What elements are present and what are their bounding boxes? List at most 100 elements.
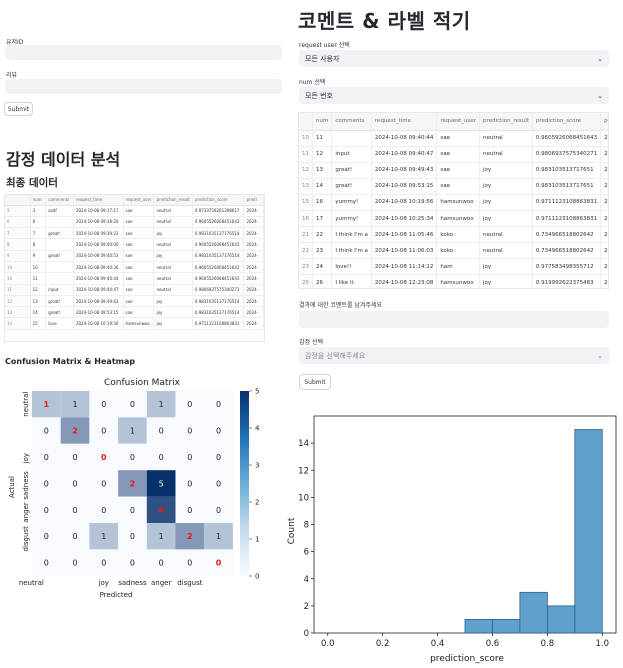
column-header[interactable]: request_time [73, 195, 124, 206]
left-submit-button[interactable]: Submit [4, 102, 33, 116]
table-row[interactable]: 23 24 love!! 2024-10-08 11:14:12 ham joy 0.977… [299, 258, 608, 276]
table-row[interactable]: 12 13 great! 2024-10-08 09:49:43 sae joy 0.983… [5, 295, 264, 308]
table-cell: joy [479, 274, 533, 288]
x-tick-label: 1.0 [596, 639, 610, 649]
table-cell: 0.9605526068451643 [192, 272, 245, 285]
heatmap-value: 0 [216, 479, 221, 488]
column-header[interactable] [5, 195, 31, 206]
table-row[interactable]: 25 26 I like it 2024-10-08 12:23:08 hamsunwo… [299, 274, 608, 288]
page-title: 코멘트 & 라벨 적기 [298, 9, 471, 33]
table-row[interactable]: 11 12 input 2024-10-08 09:40:47 sae neutral 0.… [5, 284, 264, 296]
table-row[interactable]: 16 17 yummy! 2024-10-08 10:25:34 hamsunwoo jo… [299, 210, 608, 228]
table-cell: 0.9806937575340271 [532, 146, 602, 163]
column-header[interactable] [299, 113, 313, 131]
table-row[interactable]: 10 11 2024-10-08 09:40:44 sae neutral 0.96055… [5, 272, 264, 285]
table-cell: 0.9831035137176514 [192, 250, 245, 262]
table-cell: 2024-10-08 09:40:47 [371, 146, 438, 163]
table-cell: 5 [5, 205, 31, 217]
table-cell: koko [436, 242, 480, 260]
analysis-title: 감정 데이터 분석 [6, 150, 121, 169]
histogram-bar [492, 619, 521, 634]
table-row[interactable]: 8 8 2024-10-08 09:40:00 sae neutral 0.9605526… [5, 238, 264, 251]
table-row[interactable]: 15 16 yummy! 2024-10-08 10:19:56 hamsunwoo jo… [299, 194, 608, 211]
right-submit-button[interactable]: Submit [299, 374, 331, 390]
table-cell: 2024-10-08 11:05:46 [371, 226, 438, 244]
column-header[interactable]: prediction_result [153, 195, 193, 206]
table-row[interactable]: 22 23 I think I'm a 2024-10-08 11:06:03 koko… [299, 242, 608, 260]
column-header[interactable]: predi [243, 195, 264, 206]
table-cell: 2024- [600, 226, 608, 244]
table-cell: 2024- [600, 258, 608, 276]
table-row[interactable]: 11 12 input 2024-10-08 09:40:47 sae neutral 0.… [299, 146, 608, 163]
table-cell: neutral [153, 216, 193, 229]
column-header[interactable]: prediction_score [192, 195, 245, 206]
table-row[interactable]: 10 11 2024-10-08 09:40:44 sae neutral 0.96059… [299, 130, 608, 147]
num-select[interactable]: 모든 번호 ⌄ [299, 87, 609, 104]
column-header[interactable]: num [30, 195, 47, 206]
y-tick-label: 12 [298, 466, 309, 476]
table-row[interactable]: 10 10 2024-10-08 09:40:36 sae neutral 0.96055… [5, 261, 264, 274]
heatmap-value: 2 [130, 479, 136, 488]
comment-input[interactable] [299, 311, 609, 328]
table-cell: joy [479, 258, 533, 276]
column-header[interactable]: predictio [600, 113, 608, 131]
x-tick-label: 0.0 [321, 639, 335, 649]
table-row[interactable]: 5 3 asdf 2024-10-08 09:17:17 sae neutral 0.973… [5, 205, 264, 217]
table-row[interactable]: 13 14 great! 2024-10-08 09:53:15 sae joy 0.983… [299, 178, 608, 195]
y-tick-label: 8 [304, 521, 309, 531]
hist-ylabel: Count [287, 517, 297, 544]
review-input[interactable] [5, 79, 282, 94]
table-cell: love [45, 317, 74, 330]
emotion-select[interactable]: 감정을 선택해주세요 ⌄ [299, 347, 609, 364]
table-cell: 2024- [600, 146, 608, 163]
table-cell: sae [123, 295, 155, 308]
column-header[interactable]: comments [331, 113, 372, 131]
heatmap-value: 0 [101, 479, 106, 488]
column-header[interactable]: num [312, 113, 333, 131]
table-cell: joy [479, 178, 533, 195]
table-row[interactable]: 7 7 great! 2024-10-08 09:39:23 sae joy 0.98310… [5, 227, 264, 240]
table-cell: 7 [5, 227, 31, 240]
table-cell: asdf [45, 205, 74, 217]
review-label: 리뷰 [6, 72, 18, 79]
table-cell: sae [123, 284, 155, 296]
heatmap-value: 1 [216, 532, 221, 541]
table-row[interactable]: 21 22 I think I'm a 2024-10-08 11:05:46 koko… [299, 226, 608, 244]
column-header[interactable]: request_time [371, 113, 438, 131]
table-cell: 2024- [243, 317, 264, 330]
comments-table[interactable]: num comments request_time request_user predi… [298, 112, 609, 289]
column-header[interactable]: prediction_score [532, 113, 602, 131]
table-row[interactable]: 12 13 great! 2024-10-08 09:49:43 sae joy 0.983… [299, 162, 608, 179]
heatmap-value: 0 [73, 479, 78, 488]
column-header[interactable]: request_user [436, 113, 480, 131]
table-cell: 0.977583498355712 [532, 258, 602, 276]
table-cell: joy [153, 250, 193, 262]
table-cell: neutral [479, 226, 533, 244]
heatmap-value: 0 [73, 453, 78, 462]
column-header[interactable]: comments [45, 195, 74, 206]
column-header[interactable]: request_user [123, 195, 155, 206]
final-data-table[interactable]: num comments request_time request_user predi… [4, 194, 265, 342]
histogram-bar [519, 591, 548, 634]
heatmap-value: 0 [216, 506, 221, 515]
table-cell: input [45, 284, 74, 296]
column-header[interactable]: prediction_result [479, 113, 533, 131]
table-row[interactable]: 13 14 great! 2024-10-08 09:53:15 sae joy 0.983… [5, 306, 264, 319]
cm-ylabel: Actual [8, 476, 16, 498]
heatmap-value: 0 [130, 400, 135, 409]
table-row[interactable]: 6 6 2024-10-08 09:38:20 sae neutral 0.9605526… [5, 216, 264, 229]
table-cell: 16 [312, 194, 333, 211]
histogram-bar [546, 605, 576, 634]
user-id-input[interactable] [5, 45, 282, 60]
table-cell: 2024- [600, 130, 608, 147]
table-row[interactable]: 9 9 great! 2024-10-08 09:40:53 sae joy 0.98310… [5, 250, 264, 262]
heatmap-value: 0 [216, 400, 221, 409]
user-select[interactable]: 모든 사용자 ⌄ [299, 50, 609, 67]
table-cell: 0.983103513717651 [532, 162, 602, 179]
heatmap-value: 0 [187, 427, 192, 436]
table-cell: 23 [299, 258, 313, 276]
table-cell: sae [123, 227, 155, 240]
table-cell: sae [123, 238, 155, 251]
x-tick-label: 0.8 [541, 639, 555, 649]
table-row[interactable]: 14 15 love 2024-10-08 10:19:56 hamsunwoo joy 0… [5, 317, 264, 330]
